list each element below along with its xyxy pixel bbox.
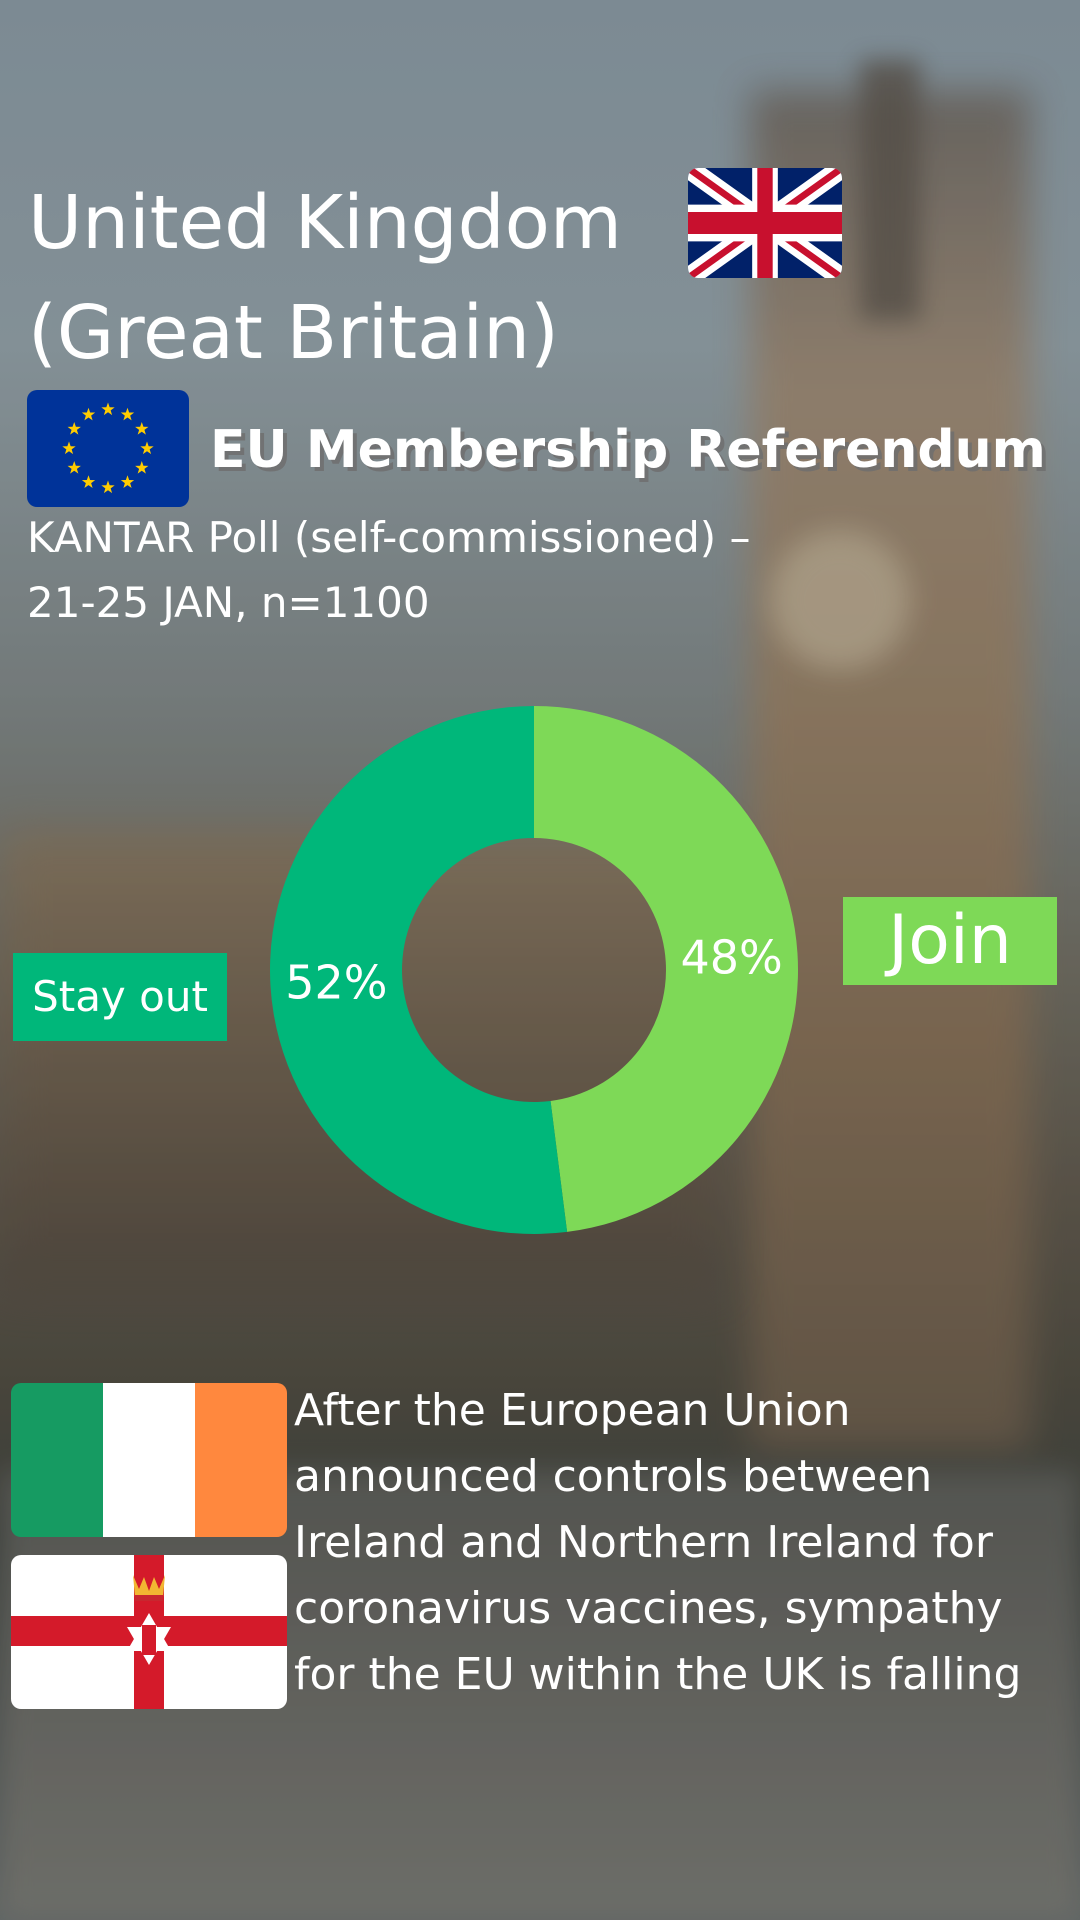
title-line-2: (Great Britain)	[28, 290, 559, 376]
northern-ireland-flag-icon	[11, 1555, 287, 1709]
news-line-2: announced controls between	[294, 1451, 933, 1502]
page-title: United Kingdom (Great Britain)	[28, 168, 728, 388]
poll-source: KANTAR Poll (self-commissioned) –	[27, 513, 751, 562]
slice-label-stay-out: 52%	[285, 955, 387, 1009]
ireland-flag-icon	[11, 1383, 287, 1537]
news-line-4: coronavirus vaccines, sympathy	[294, 1583, 1003, 1634]
poll-info: KANTAR Poll (self-commissioned) – 21-25 …	[27, 505, 1007, 635]
referendum-title: EU Membership Referendum	[210, 420, 1046, 480]
donut-chart: 48% 52%	[270, 706, 799, 1234]
legend-stay-out: Stay out	[13, 953, 227, 1041]
title-line-1: United Kingdom	[28, 180, 622, 266]
poll-details: 21-25 JAN, n=1100	[27, 578, 430, 627]
news-text: After the European Union announced contr…	[294, 1378, 1080, 1708]
slice-label-join: 48%	[680, 931, 782, 985]
news-line-3: Ireland and Northern Ireland for	[294, 1517, 993, 1568]
uk-flag-icon	[688, 168, 842, 278]
news-line-5: for the EU within the UK is falling	[294, 1649, 1022, 1700]
legend-join: Join	[843, 897, 1057, 985]
news-line-1: After the European Union	[294, 1385, 851, 1436]
eu-flag-icon	[27, 390, 189, 507]
